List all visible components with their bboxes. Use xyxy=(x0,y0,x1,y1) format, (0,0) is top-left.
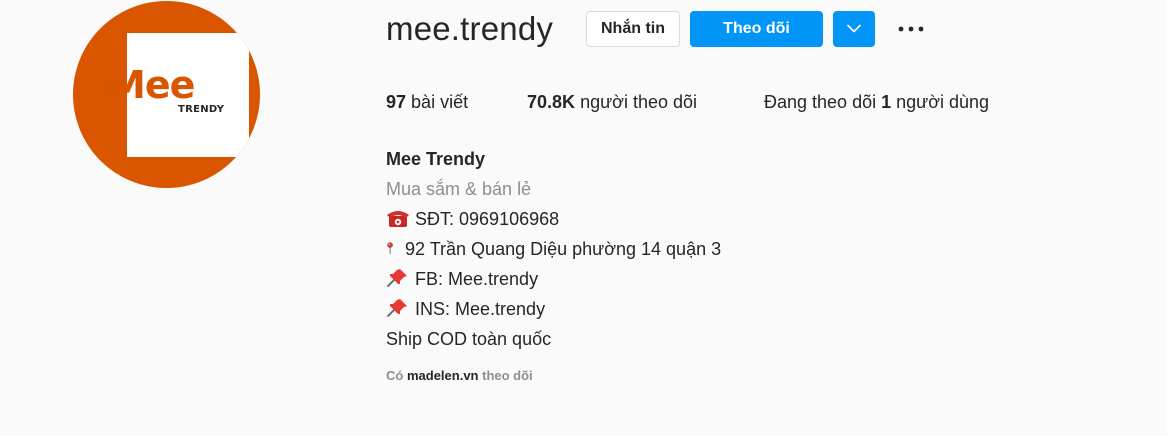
bio-phone-line: SĐT: 0969106968 xyxy=(386,204,721,234)
message-button[interactable]: Nhắn tin xyxy=(586,11,680,47)
pushpin-icon xyxy=(387,269,407,287)
following-link[interactable]: Đang theo dõi 1 người dùng xyxy=(764,90,989,114)
followed-by[interactable]: Có madelen.vn theo dõi xyxy=(386,366,533,386)
followers-link[interactable]: 70.8K người theo dõi xyxy=(527,90,697,114)
profile-full-name: Mee Trendy xyxy=(386,149,486,169)
more-options-button[interactable] xyxy=(894,11,928,47)
followers-count-value: 70.8K xyxy=(527,92,576,112)
posts-count-label: bài viết xyxy=(411,92,469,112)
round-pushpin-icon xyxy=(387,242,393,254)
more-options-icon xyxy=(898,26,924,32)
bio-instagram: INS: Mee.trendy xyxy=(415,299,546,319)
followers-count-label: người theo dõi xyxy=(580,92,697,112)
followed-by-prefix: Có xyxy=(386,368,404,383)
bio-phone: SĐT: 0969106968 xyxy=(415,209,560,229)
following-count-value: 1 xyxy=(881,92,892,112)
followed-by-account: madelen.vn xyxy=(406,368,479,383)
following-suffix: người dùng xyxy=(896,92,990,112)
followed-by-suffix: theo dõi xyxy=(482,368,533,383)
profile-header: mee.trendy Nhắn tin Theo dõi xyxy=(386,10,1146,47)
profile-avatar[interactable]: Mee TRENDY xyxy=(73,1,260,188)
follow-button[interactable]: Theo dõi xyxy=(690,11,823,47)
bio-facebook: FB: Mee.trendy xyxy=(415,269,539,289)
bio-address: 92 Trần Quang Diệu phường 14 quận 3 xyxy=(405,239,722,259)
bio-address-line: 92 Trần Quang Diệu phường 14 quận 3 xyxy=(386,234,721,264)
avatar-logo-text: Mee xyxy=(108,63,195,107)
posts-count: 97 bài viết xyxy=(386,90,468,114)
following-prefix: Đang theo dõi xyxy=(764,92,877,112)
bio-shipping: Ship COD toàn quốc xyxy=(386,329,552,349)
chevron-down-icon xyxy=(847,24,861,33)
profile-category: Mua sắm & bán lẻ xyxy=(386,179,532,199)
profile-bio: Mee Trendy Mua sắm & bán lẻ SĐT: 0969106… xyxy=(386,144,721,354)
avatar-logo-subtext: TRENDY xyxy=(178,104,225,115)
suggested-accounts-button[interactable] xyxy=(833,11,875,47)
pushpin-icon xyxy=(387,299,407,317)
bio-instagram-line: INS: Mee.trendy xyxy=(386,294,721,324)
bio-facebook-line: FB: Mee.trendy xyxy=(386,264,721,294)
posts-count-value: 97 xyxy=(386,92,407,112)
profile-username: mee.trendy xyxy=(386,10,554,47)
telephone-icon xyxy=(387,211,409,227)
